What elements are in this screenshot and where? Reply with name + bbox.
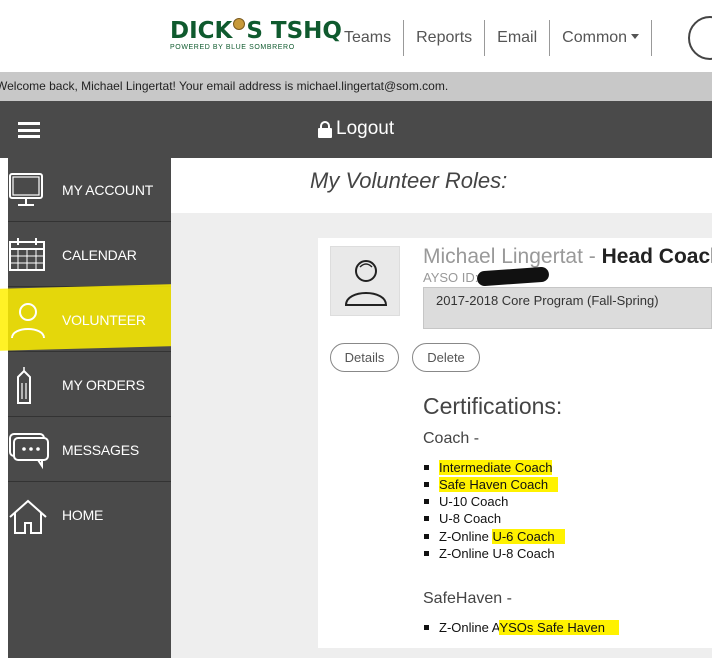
cert-list-item: U-8 Coach — [424, 510, 501, 527]
calendar-icon — [9, 238, 45, 271]
program-field: 2017-2018 Core Program (Fall-Spring) — [423, 287, 712, 329]
welcome-message: Welcome back, Michael Lingertat! Your em… — [0, 79, 449, 93]
sidebar-item-label: MY ORDERS — [62, 377, 145, 393]
lock-icon — [318, 120, 332, 138]
cert-list-item: Z-Online U-6 Coach — [424, 528, 565, 545]
logo-subtitle: POWERED BY BLUE SOMBRERO — [170, 44, 295, 51]
sidebar-item-my-account[interactable]: MY ACCOUNT — [8, 158, 171, 222]
soccer-ball-icon — [233, 18, 246, 30]
sidebar: MY ACCOUNT CALENDAR VOLUNTEER MY ORDERS … — [0, 158, 206, 658]
home-icon — [9, 499, 47, 534]
nav-email[interactable]: Email — [485, 20, 551, 56]
cert-list-item: Intermediate Coach — [424, 459, 553, 476]
page-title: My Volunteer Roles: — [310, 168, 508, 193]
logout-label: Logout — [336, 118, 395, 139]
cert-list-item: Safe Haven Coach — [424, 476, 559, 493]
dicks-tshq-logo[interactable]: DICK S TSHQ POWERED BY BLUE SOMBRERO — [170, 18, 342, 58]
top-header: DICK S TSHQ POWERED BY BLUE SOMBRERO Team… — [0, 0, 712, 72]
main-nav: Teams Reports Email Common — [332, 20, 653, 56]
volunteer-role-title: Head Coach — [601, 245, 712, 268]
user-avatar[interactable] — [688, 16, 712, 60]
chat-icon — [9, 433, 49, 470]
nav-common-label: Common — [562, 29, 628, 46]
caret-down-icon — [631, 34, 640, 39]
sidebar-item-home[interactable]: HOME — [8, 483, 171, 547]
sidebar-item-label: HOME — [62, 507, 104, 523]
certifications-heading: Certifications: — [423, 393, 563, 419]
monitor-icon — [9, 173, 43, 206]
sidebar-item-label: MY ACCOUNT — [62, 182, 154, 198]
logout-button[interactable]: Logout — [318, 118, 394, 140]
logo-text-b: S TSHQ — [246, 18, 342, 44]
sidebar-item-calendar[interactable]: CALENDAR — [8, 223, 171, 287]
person-icon — [344, 260, 388, 306]
volunteer-name-text: Michael Lingertat - — [423, 245, 602, 268]
volunteer-name: Michael Lingertat - Head Coach — [423, 245, 712, 269]
tag-icon — [17, 367, 31, 404]
cert-list-item: Z-Online U-8 Coach — [424, 545, 555, 562]
safehaven-category-label: SafeHaven - — [423, 590, 512, 607]
sidebar-item-label: VOLUNTEER — [62, 312, 146, 328]
cert-list-item: U-10 Coach — [424, 493, 508, 510]
sidebar-item-label: CALENDAR — [62, 247, 137, 263]
hamburger-menu-icon[interactable] — [18, 122, 40, 138]
welcome-bar: Welcome back, Michael Lingertat! Your em… — [0, 72, 712, 101]
ayso-id-label: AYSO ID: — [423, 270, 479, 285]
nav-common[interactable]: Common — [550, 20, 653, 56]
sidebar-item-my-orders[interactable]: MY ORDERS — [8, 353, 171, 417]
delete-button[interactable]: Delete — [412, 343, 480, 372]
sidebar-item-volunteer[interactable]: VOLUNTEER — [0, 283, 206, 352]
coach-category-label: Coach - — [423, 430, 480, 447]
sidebar-item-messages[interactable]: MESSAGES — [8, 418, 171, 482]
nav-reports[interactable]: Reports — [404, 20, 486, 56]
sidebar-item-label: MESSAGES — [62, 442, 139, 458]
volunteer-avatar — [330, 246, 400, 316]
details-button[interactable]: Details — [330, 343, 399, 372]
action-bar: Logout — [0, 101, 712, 158]
cert-list-item: Z-Online AYSOs Safe Haven — [424, 619, 619, 636]
nav-teams[interactable]: Teams — [332, 20, 405, 56]
logo-text-a: DICK — [170, 18, 233, 44]
person-icon — [11, 303, 45, 339]
